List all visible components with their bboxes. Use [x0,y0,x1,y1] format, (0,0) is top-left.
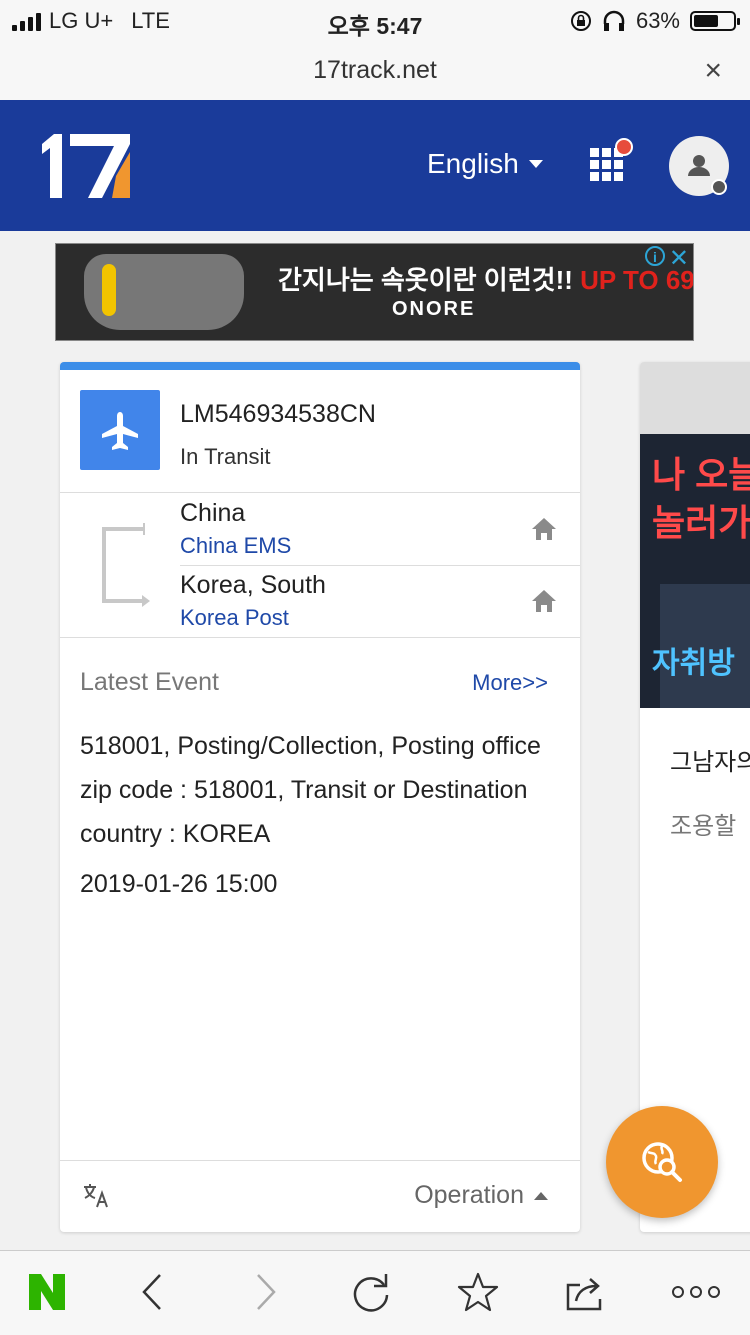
naver-icon [29,1274,65,1310]
ad-close-icon[interactable]: ✕ [669,244,689,273]
status-dot [711,179,727,195]
close-icon[interactable]: × [704,54,722,88]
card-footer: Operation [60,1160,580,1233]
more-menu-button[interactable] [670,1271,722,1313]
more-dots-icon [672,1286,720,1298]
language-selector[interactable]: English [427,148,543,180]
side-image-text-3: 자취방 [652,647,735,680]
ad-banner[interactable]: 간지나는 속옷이란 이런것!! UP TO 69% OFF ONORE i ✕ [55,243,694,341]
side-image-text-2: 놀러가 [652,502,750,543]
route-section: China China EMS Korea, South Korea Post [60,493,580,638]
browser-url-bar[interactable]: 17track.net × [0,42,750,101]
track-search-button[interactable] [606,1106,718,1218]
battery-icon [690,11,740,31]
chevron-down-icon [528,160,543,168]
route-origin: China China EMS [180,493,580,566]
browser-toolbar [0,1250,750,1335]
ad-brand: ONORE [392,298,476,320]
chevron-left-icon [142,1274,161,1310]
side-card-header [640,362,750,434]
translate-icon[interactable] [82,1181,110,1209]
event-time: 2019-01-26 15:00 [80,870,278,898]
transit-status-tile [80,390,160,470]
home-icon[interactable] [530,515,558,543]
naver-home-button[interactable] [26,1271,68,1313]
search-globe-icon [642,1142,682,1182]
latest-event-label: Latest Event [80,668,219,696]
origin-carrier[interactable]: China EMS [180,533,291,559]
bookmark-button[interactable] [457,1271,499,1313]
plane-icon [102,412,138,450]
side-image-text-1: 나 오늘 [652,454,750,495]
operation-menu[interactable]: Operation [414,1181,548,1210]
language-label: English [427,148,519,179]
origin-country: China [180,499,246,527]
chevron-up-icon [534,1191,548,1200]
rotation-lock-icon [570,11,591,31]
route-line-icon [102,523,150,607]
route-destination: Korea, South Korea Post [180,565,580,637]
headphones-icon [603,10,625,31]
share-icon [566,1278,602,1311]
ad-headline: 간지나는 속옷이란 이런것!! UP TO 69% OFF [278,260,693,297]
home-icon[interactable] [530,587,558,615]
tracking-card: LM546934538CN In Transit China China EMS… [60,362,580,1232]
destination-carrier[interactable]: Korea Post [180,605,289,631]
battery-percent: 63% [635,8,680,33]
side-card-subtitle: 조용할 [670,813,737,840]
chevron-right-icon [257,1274,276,1310]
share-button[interactable] [564,1271,606,1313]
event-description: 518001, Posting/Collection, Posting offi… [80,732,541,848]
operation-label: Operation [414,1181,524,1209]
notification-dot [615,138,633,156]
more-link[interactable]: More>> [472,670,548,696]
ad-headline-text: 간지나는 속옷이란 이런것!! [278,265,581,295]
side-card-title: 그남자의 [670,749,750,776]
reload-icon [353,1274,389,1312]
tracking-number[interactable]: LM546934538CN [180,400,376,429]
status-bar: LG U+ LTE 오후 5:47 63% [0,0,750,42]
side-card-image: 나 오늘 놀러가 자취방 [640,434,750,708]
tracking-header[interactable]: LM546934538CN In Transit [60,370,580,493]
forward-button[interactable] [244,1271,286,1313]
logo-17[interactable] [40,130,132,200]
ad-product-image [84,254,244,330]
side-ad-card[interactable]: 나 오늘 놀러가 자취방 그남자의 조용할 [640,362,750,1232]
site-header: English [0,100,750,231]
reload-button[interactable] [350,1271,392,1313]
destination-country: Korea, South [180,571,326,599]
back-button[interactable] [132,1271,174,1313]
url-text[interactable]: 17track.net [0,56,750,85]
ad-info-icon[interactable]: i [645,246,665,266]
star-icon [457,1272,499,1312]
tracking-status: In Transit [180,444,271,469]
